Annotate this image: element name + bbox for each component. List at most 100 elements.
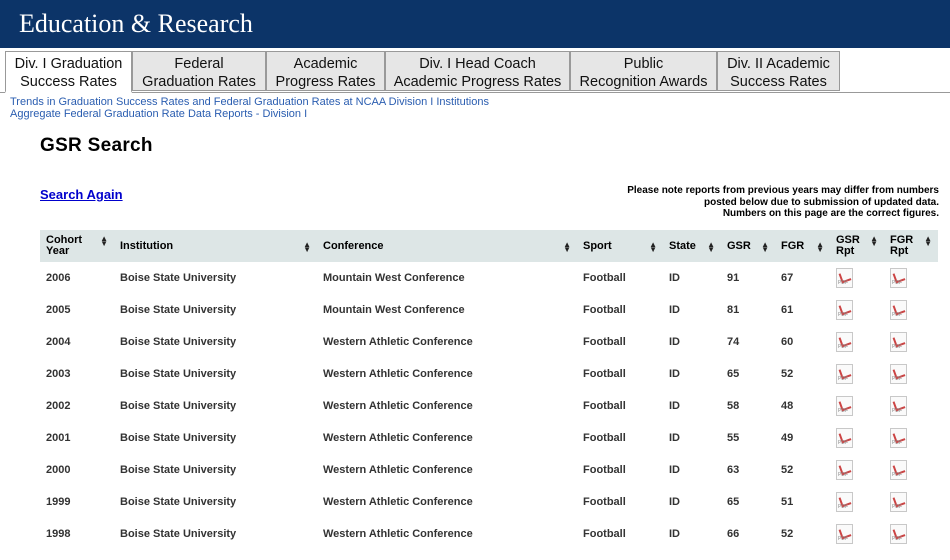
gsr-report-pdf-icon[interactable] bbox=[836, 427, 853, 448]
sort-arrows-icon: ▲ ▼ bbox=[563, 239, 571, 254]
tab-label-line2: Graduation Rates bbox=[142, 74, 256, 90]
fgr-report-pdf-icon[interactable] bbox=[890, 491, 907, 512]
table-row: 2006 Boise State University Mountain Wes… bbox=[40, 262, 938, 294]
cell-cohort-year: 1999 bbox=[46, 496, 71, 508]
cell-cohort-year: 2002 bbox=[46, 400, 71, 412]
column-header-label: State bbox=[669, 239, 696, 252]
sort-arrows-icon: ▲ ▼ bbox=[707, 239, 715, 254]
column-header-institution[interactable]: ▲ ▼ Institution bbox=[114, 230, 317, 262]
cell-state: ID bbox=[669, 368, 680, 380]
cell-fgr: 52 bbox=[781, 464, 794, 476]
cell-institution: Boise State University bbox=[120, 432, 237, 444]
cell-conference: Western Athletic Conference bbox=[323, 336, 473, 348]
cell-gsr: 65 bbox=[727, 496, 740, 508]
tab-label-line2: Success Rates bbox=[730, 74, 827, 90]
gsr-report-pdf-icon[interactable] bbox=[836, 299, 853, 320]
column-header-sport[interactable]: ▲ ▼ Sport bbox=[577, 230, 663, 262]
cell-institution: Boise State University bbox=[120, 400, 237, 412]
table-row: 1999 Boise State University Western Athl… bbox=[40, 486, 938, 518]
column-header-label: FGR bbox=[781, 239, 805, 252]
tab-label-line1: Federal bbox=[174, 56, 224, 72]
tab-label-line2: Success Rates bbox=[20, 74, 117, 90]
column-header-state[interactable]: ▲ ▼ State bbox=[663, 230, 721, 262]
fgr-report-pdf-icon[interactable] bbox=[890, 267, 907, 288]
sort-arrows-icon: ▲ ▼ bbox=[816, 239, 824, 254]
column-header-gsr[interactable]: ▲ ▼ GSR bbox=[721, 230, 775, 262]
table-row: 2005 Boise State University Mountain Wes… bbox=[40, 294, 938, 326]
tab-label-line1: Academic bbox=[293, 56, 358, 72]
column-header-label-line2: Year bbox=[46, 245, 70, 257]
cell-cohort-year: 2000 bbox=[46, 464, 71, 476]
cell-cohort-year: 2006 bbox=[46, 272, 71, 284]
cell-institution: Boise State University bbox=[120, 304, 237, 316]
cell-gsr: 74 bbox=[727, 336, 740, 348]
cell-fgr: 67 bbox=[781, 272, 794, 284]
gsr-report-pdf-icon[interactable] bbox=[836, 363, 853, 384]
cell-conference: Western Athletic Conference bbox=[323, 496, 473, 508]
note-line3: Numbers on this page are the correct fig… bbox=[722, 208, 939, 219]
gsr-report-pdf-icon[interactable] bbox=[836, 395, 853, 416]
fgr-report-pdf-icon[interactable] bbox=[890, 363, 907, 384]
column-header-fgr-rpt[interactable]: ▲ ▼ FGR Rpt bbox=[884, 230, 938, 262]
cell-conference: Western Athletic Conference bbox=[323, 400, 473, 412]
cell-fgr: 60 bbox=[781, 336, 794, 348]
cell-institution: Boise State University bbox=[120, 528, 237, 540]
tab-academic-progress-rates[interactable]: Academic Progress Rates bbox=[266, 51, 385, 91]
table-row: 2001 Boise State University Western Athl… bbox=[40, 422, 938, 454]
gsr-report-pdf-icon[interactable] bbox=[836, 491, 853, 512]
cell-state: ID bbox=[669, 304, 680, 316]
fgr-report-pdf-icon[interactable] bbox=[890, 427, 907, 448]
gsr-report-pdf-icon[interactable] bbox=[836, 459, 853, 480]
column-header-conference[interactable]: ▲ ▼ Conference bbox=[317, 230, 577, 262]
note-line1: Please note reports from previous years … bbox=[627, 185, 939, 196]
tab-bar: Div. I Graduation Success Rates Federal … bbox=[0, 51, 950, 93]
cell-sport: Football bbox=[583, 400, 626, 412]
banner-title: Education & Research bbox=[19, 9, 253, 38]
tab-head-coach-apr[interactable]: Div. I Head Coach Academic Progress Rate… bbox=[385, 51, 570, 91]
sort-arrows-icon: ▲ ▼ bbox=[303, 239, 311, 254]
cell-sport: Football bbox=[583, 496, 626, 508]
sort-arrows-icon: ▲ ▼ bbox=[924, 234, 932, 248]
column-header-fgr[interactable]: ▲ ▼ FGR bbox=[775, 230, 830, 262]
column-header-cohort-year[interactable]: ▲ ▼ Cohort Year bbox=[40, 230, 114, 262]
gsr-report-pdf-icon[interactable] bbox=[836, 523, 853, 544]
tab-div1-gsr[interactable]: Div. I Graduation Success Rates bbox=[5, 51, 132, 93]
column-header-label: Sport bbox=[583, 239, 612, 252]
column-header-label-line2: Rpt bbox=[890, 245, 909, 257]
fgr-report-pdf-icon[interactable] bbox=[890, 299, 907, 320]
tab-label-line1: Div. I Graduation bbox=[14, 56, 123, 72]
gsr-report-pdf-icon[interactable] bbox=[836, 331, 853, 352]
column-header-gsr-rpt[interactable]: ▲ ▼ GSR Rpt bbox=[830, 230, 884, 262]
sub-links: Trends in Graduation Success Rates and F… bbox=[10, 96, 489, 120]
fgr-report-pdf-icon[interactable] bbox=[890, 523, 907, 544]
table-row: 2003 Boise State University Western Athl… bbox=[40, 358, 938, 390]
trends-link[interactable]: Trends in Graduation Success Rates and F… bbox=[10, 96, 489, 108]
cell-gsr: 65 bbox=[727, 368, 740, 380]
cell-fgr: 61 bbox=[781, 304, 794, 316]
note-line2: posted below due to submission of update… bbox=[703, 196, 939, 208]
cell-fgr: 49 bbox=[781, 432, 794, 444]
cell-conference: Western Athletic Conference bbox=[323, 464, 473, 476]
tab-div2-academic-success-rates[interactable]: Div. II Academic Success Rates bbox=[717, 51, 840, 91]
aggregate-fgr-link[interactable]: Aggregate Federal Graduation Rate Data R… bbox=[10, 108, 489, 120]
column-header-label: GSR bbox=[727, 239, 751, 252]
cell-state: ID bbox=[669, 496, 680, 508]
cell-sport: Football bbox=[583, 464, 626, 476]
tab-public-recognition-awards[interactable]: Public Recognition Awards bbox=[570, 51, 717, 91]
cell-conference: Western Athletic Conference bbox=[323, 432, 473, 444]
cell-state: ID bbox=[669, 336, 680, 348]
fgr-report-pdf-icon[interactable] bbox=[890, 331, 907, 352]
page-title: GSR Search bbox=[40, 135, 153, 156]
column-header-label-line2: Rpt bbox=[836, 245, 855, 257]
gsr-report-pdf-icon[interactable] bbox=[836, 267, 853, 288]
table-row: 1998 Boise State University Western Athl… bbox=[40, 518, 938, 550]
tab-federal-graduation-rates[interactable]: Federal Graduation Rates bbox=[132, 51, 266, 91]
fgr-report-pdf-icon[interactable] bbox=[890, 395, 907, 416]
search-again-link[interactable]: Search Again bbox=[40, 187, 123, 202]
cell-state: ID bbox=[669, 528, 680, 540]
fgr-report-pdf-icon[interactable] bbox=[890, 459, 907, 480]
cell-fgr: 52 bbox=[781, 368, 794, 380]
cell-conference: Mountain West Conference bbox=[323, 304, 465, 316]
cell-cohort-year: 2001 bbox=[46, 432, 71, 444]
cell-institution: Boise State University bbox=[120, 464, 237, 476]
